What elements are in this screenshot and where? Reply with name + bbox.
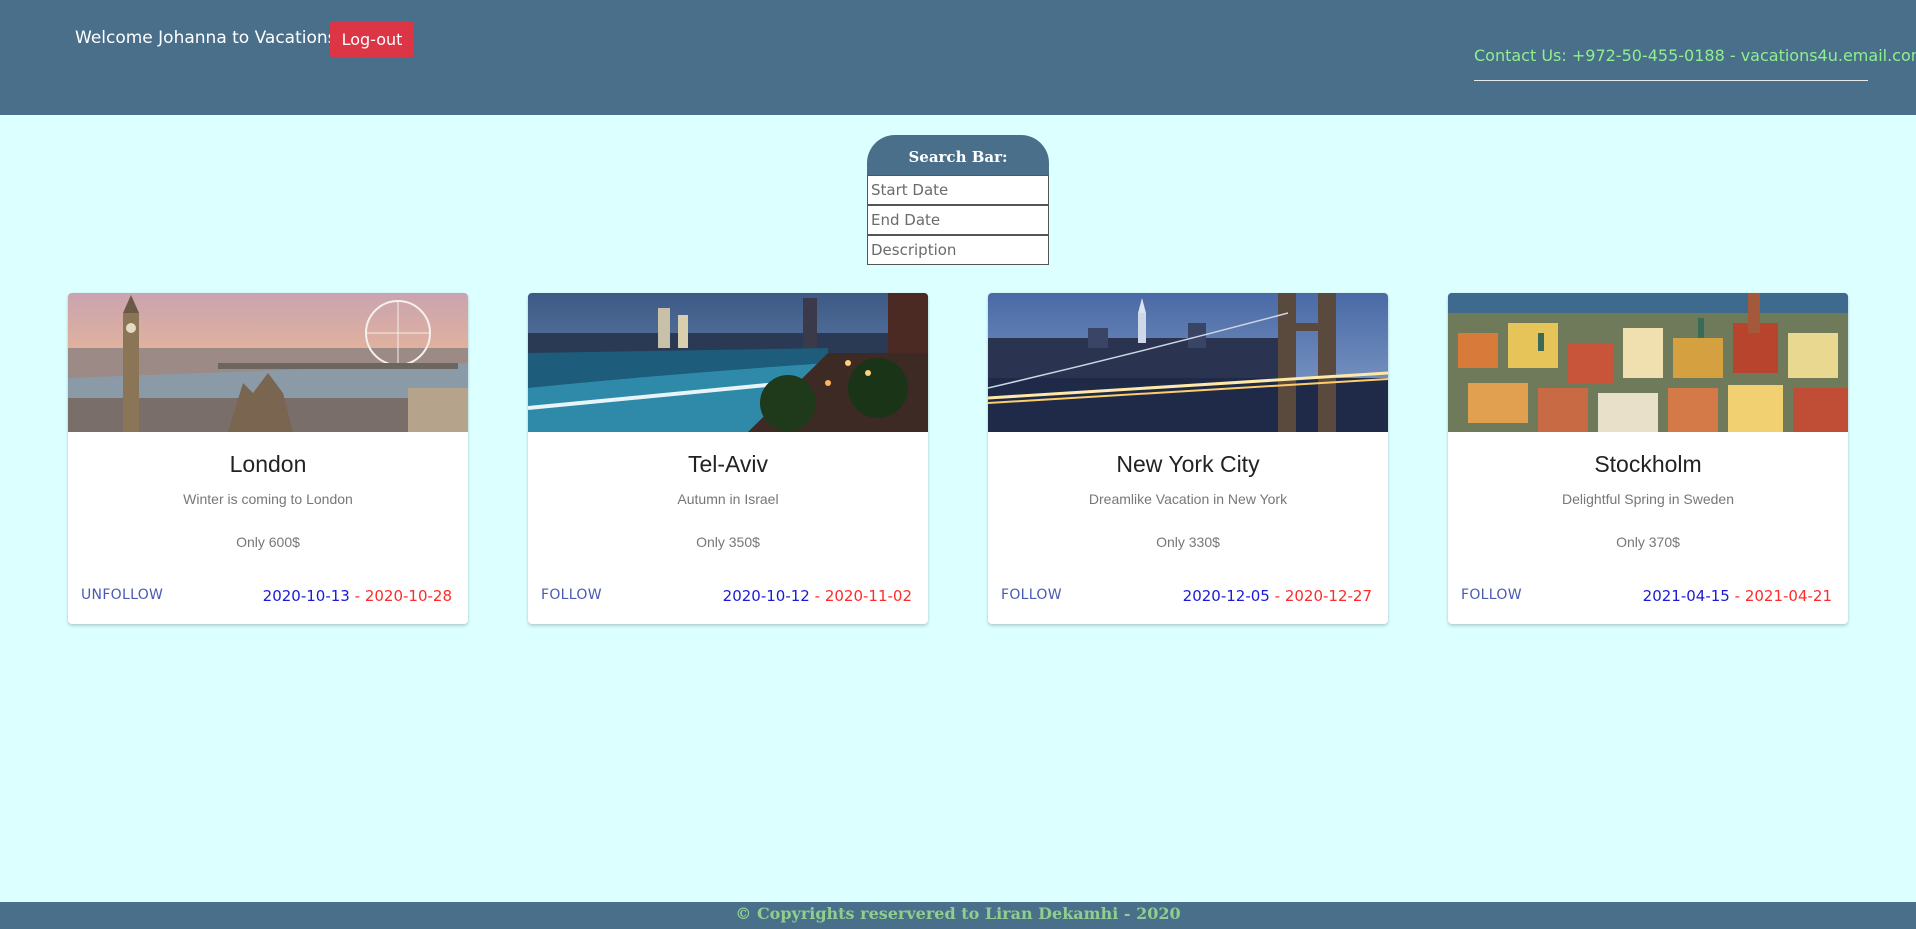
unfollow-button[interactable]: UNFOLLOW	[81, 587, 163, 603]
card-description: Winter is coming to London	[183, 491, 353, 507]
card-price: Only 350$	[696, 534, 760, 550]
date-separator: -	[1269, 587, 1285, 605]
stockholm-image	[1448, 293, 1848, 432]
start-date: 2020-10-13	[262, 587, 350, 605]
end-date: 2020-10-28	[364, 587, 452, 605]
page-footer: © Copyrights reservered to Liran Dekamhi…	[0, 902, 1916, 929]
end-date: 2020-11-02	[824, 587, 912, 605]
card-description: Autumn in Israel	[677, 491, 779, 507]
new-york-image	[988, 293, 1388, 432]
card-title: Tel-Aviv	[687, 451, 769, 477]
date-separator: -	[809, 587, 825, 605]
logout-button[interactable]: Log-out	[330, 21, 414, 58]
follow-button[interactable]: FOLLOW	[1461, 587, 1522, 603]
vacation-card-new-york: New York City Dreamlike Vacation in New …	[988, 293, 1388, 624]
contact-info: Contact Us: +972-50-455-0188 - vacations…	[1474, 46, 1916, 81]
vacation-card-tel-aviv: Tel-Aviv Autumn in Israel Only 350$ FOLL…	[528, 293, 928, 624]
card-description: Delightful Spring in Sweden	[1562, 491, 1734, 507]
card-description: Dreamlike Vacation in New York	[1088, 491, 1288, 507]
card-price: Only 600$	[236, 534, 300, 550]
vacation-card-london: London Winter is coming to London Only 6…	[68, 293, 468, 624]
search-bar-title: Search Bar:	[867, 135, 1049, 175]
start-date: 2021-04-15	[1642, 587, 1730, 605]
date-separator: -	[1729, 587, 1745, 605]
start-date: 2020-12-05	[1182, 587, 1270, 605]
end-date-input[interactable]	[867, 205, 1049, 235]
card-title: London	[229, 451, 307, 477]
follow-button[interactable]: FOLLOW	[1001, 587, 1062, 603]
london-image	[68, 293, 468, 432]
top-header: Welcome Johanna to Vacations4U! Log-out …	[0, 0, 1916, 115]
date-separator: -	[349, 587, 365, 605]
search-bar: Search Bar:	[867, 135, 1049, 265]
card-dates: 2020-12-05 - 2020-12-27	[1183, 587, 1372, 605]
card-dates: 2020-10-12 - 2020-11-02	[723, 587, 912, 605]
card-dates: 2020-10-13 - 2020-10-28	[263, 587, 452, 605]
vacation-card-stockholm: Stockholm Delightful Spring in Sweden On…	[1448, 293, 1848, 624]
follow-button[interactable]: FOLLOW	[541, 587, 602, 603]
tel-aviv-image	[528, 293, 928, 432]
card-price: Only 330$	[1156, 534, 1220, 550]
end-date: 2021-04-21	[1744, 587, 1832, 605]
start-date: 2020-10-12	[722, 587, 810, 605]
end-date: 2020-12-27	[1284, 587, 1372, 605]
description-input[interactable]	[867, 235, 1049, 265]
start-date-input[interactable]	[867, 175, 1049, 205]
card-title: Stockholm	[1594, 451, 1702, 477]
welcome-message: Welcome Johanna to Vacations4U!	[75, 28, 367, 48]
card-price: Only 370$	[1616, 534, 1680, 550]
card-dates: 2021-04-15 - 2021-04-21	[1643, 587, 1832, 605]
card-title: New York City	[1116, 451, 1260, 477]
